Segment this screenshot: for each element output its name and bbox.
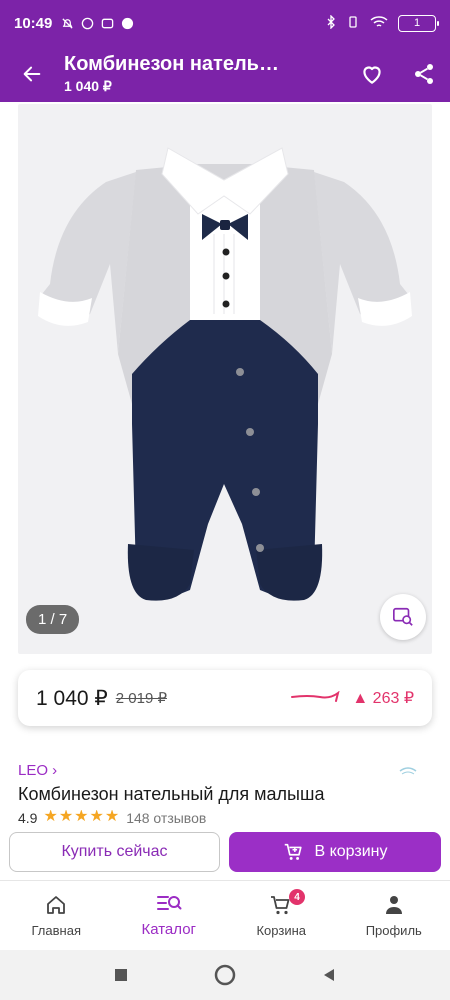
page-title: Комбинезон натель… [64, 53, 279, 75]
old-price: 2 019 ₽ [115, 690, 167, 707]
nav-label-cart: Корзина [256, 923, 307, 938]
product-image-gallery[interactable]: 1 / 7 [18, 104, 432, 654]
brand-row: LEO › [18, 762, 432, 779]
mute-icon [60, 16, 74, 30]
current-price: 1 040 ₽ [36, 686, 108, 710]
circle-icon [214, 964, 236, 986]
profile-icon [385, 896, 402, 914]
nav-label-catalog: Каталог [141, 921, 197, 938]
gallery-counter: 1 / 7 [26, 605, 80, 634]
home-icon [47, 896, 66, 914]
share-icon [415, 64, 433, 84]
bluetooth-icon [326, 13, 336, 32]
triangle-back-icon [324, 969, 334, 981]
square-icon [115, 969, 127, 981]
back-system-button[interactable] [317, 963, 341, 987]
reviews-count: 148 отзывов [126, 810, 207, 824]
rating-row[interactable]: 4.9 ★★★★★ 148 отзывов [18, 810, 206, 824]
status-right: 1 [326, 13, 439, 32]
brand-logo-icon [399, 766, 417, 774]
nav-item-home[interactable]: Главная [0, 881, 113, 950]
visual-search-button[interactable] [380, 594, 426, 640]
vibrate-icon [346, 15, 360, 32]
back-button[interactable] [0, 46, 64, 102]
share-button[interactable] [398, 46, 450, 102]
product-image [38, 147, 412, 601]
cart-add-icon [285, 843, 303, 860]
brand-link[interactable]: LEO › [18, 762, 57, 779]
whatsapp-icon [80, 16, 94, 30]
favorite-button[interactable] [346, 46, 398, 102]
add-to-cart-label: В корзину [314, 843, 388, 860]
status-bar: 10:49 1 [0, 0, 450, 46]
arrow-left-icon [23, 66, 41, 82]
home-system-button[interactable] [213, 963, 237, 987]
image-search-icon [393, 607, 413, 626]
price-history-sparkline-icon [291, 691, 340, 702]
nav-item-profile[interactable]: Профиль [338, 881, 450, 950]
wifi-icon [370, 15, 388, 32]
message-icon [100, 16, 114, 30]
cart-count-badge: 4 [289, 889, 305, 905]
price-trend: ▲ 263 ₽ [290, 688, 414, 708]
nav-label-home: Главная [31, 923, 81, 938]
nav-item-cart[interactable]: 4 Корзина [225, 881, 338, 950]
more-notifications-icon [120, 16, 134, 30]
title-block: Комбинезон натель… 1 040 ₽ [64, 53, 346, 95]
catalog-search-icon [156, 896, 182, 910]
bottom-navigation: Главная Каталог 4 Корзина Профиль [0, 880, 450, 950]
status-time: 10:49 [14, 14, 53, 32]
buy-now-button[interactable]: Купить сейчас [9, 832, 220, 872]
system-navigation-bar [0, 950, 450, 1000]
star-rating-icon: ★★★★★ [43, 810, 121, 824]
recents-button[interactable] [109, 963, 133, 987]
nav-item-catalog[interactable]: Каталог [113, 881, 226, 950]
add-to-cart-button[interactable]: В корзину [229, 832, 441, 872]
page-subtitle-price: 1 040 ₽ [64, 78, 112, 94]
heart-icon [363, 66, 381, 84]
buy-bar: Купить сейчас В корзину [0, 824, 450, 880]
product-name: Комбинезон нательный для малыша [18, 784, 325, 804]
nav-label-profile: Профиль [365, 923, 422, 938]
price-card[interactable]: 1 040 ₽ 2 019 ₽ ▲ 263 ₽ [18, 670, 432, 726]
notification-icons [60, 16, 134, 30]
rating-value: 4.9 [18, 810, 38, 824]
battery-icon: 1 [398, 14, 439, 32]
price-delta: ▲ 263 ₽ [352, 690, 414, 707]
app-bar: Комбинезон натель… 1 040 ₽ [0, 46, 450, 102]
